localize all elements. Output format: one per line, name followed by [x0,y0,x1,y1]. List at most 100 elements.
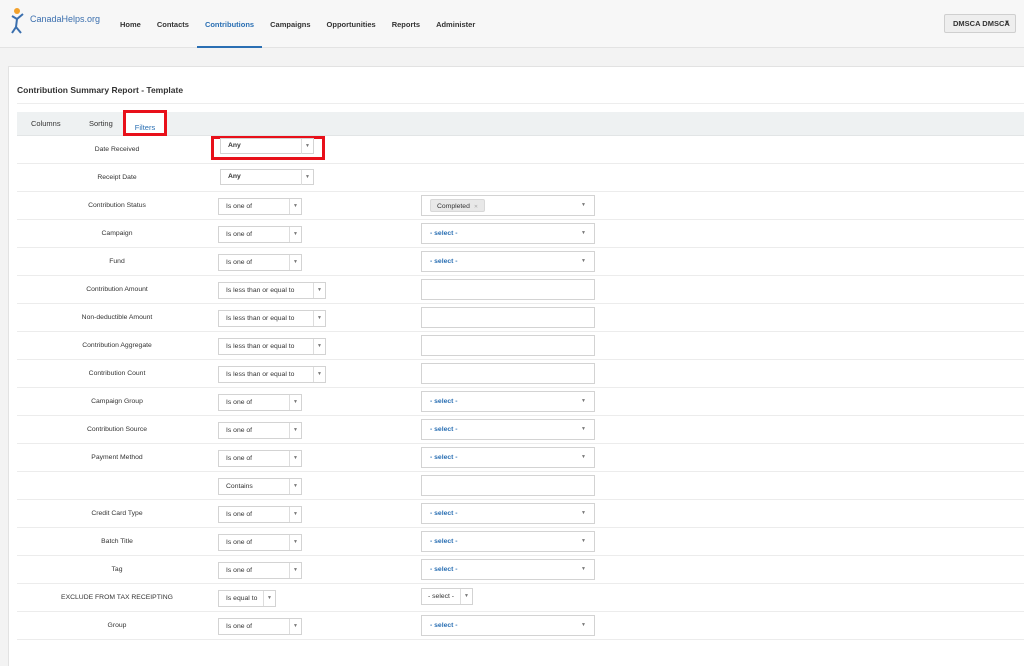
select-value: Contains [226,483,253,490]
operator-select[interactable]: Is one of ▼ [218,198,302,215]
filter-label: Contribution Amount [86,286,148,293]
value-input[interactable] [421,475,595,496]
chevron-down-icon: ▼ [289,395,301,410]
close-icon[interactable]: ✕ [474,204,478,210]
chevron-down-icon: ▼ [289,255,301,270]
chevron-down-icon: ▼ [581,398,586,404]
chevron-down-icon: ▼ [313,339,325,354]
select-value: Is one of [226,623,253,630]
select-value: Is one of [226,259,253,266]
select-value: - select - [430,258,458,265]
chevron-down-icon: ▼ [581,230,586,236]
select-value: Is one of [226,539,253,546]
operator-select[interactable]: Is one of ▼ [218,254,302,271]
value-input[interactable] [421,335,595,356]
operator-select[interactable]: Is one of ▼ [218,394,302,411]
operator-select[interactable]: Is less than or equal to ▼ [218,282,326,299]
filter-row-exclude-from-tax-receipting: EXCLUDE FROM TAX RECEIPTING Is equal to … [17,584,1024,612]
filter-label: Batch Title [101,538,133,545]
select-value: Is less than or equal to [226,343,295,350]
filter-label: Tag [111,566,123,573]
value-select[interactable]: - select - ▼ [421,503,595,524]
canadahelps-logo[interactable]: CanadaHelps.org [10,6,100,36]
filter-row-unlabeled: Contains ▼ [17,472,1024,500]
value-chip[interactable]: Completed ✕ [430,199,486,212]
chevron-down-icon: ▼ [581,258,586,264]
value-select[interactable]: - select - ▼ [421,419,595,440]
chevron-down-icon: ▼ [313,283,325,298]
filter-row-tag: Tag Is one of ▼ - select - ▼ [17,556,1024,584]
nav-campaigns[interactable]: Campaigns [262,0,318,48]
chevron-down-icon: ▼ [313,367,325,382]
value-select[interactable]: - select - ▼ [421,559,595,580]
nav-contacts[interactable]: Contacts [149,0,197,48]
operator-select[interactable]: Is one of ▼ [218,562,302,579]
chevron-down-icon: ▼ [289,479,301,494]
tab-columns[interactable]: Columns [31,112,61,136]
value-select[interactable]: - select - ▼ [421,447,595,468]
filter-label: Receipt Date [97,174,137,181]
filter-row-credit-card-type: Credit Card Type Is one of ▼ - select - … [17,500,1024,528]
operator-select[interactable]: Is less than or equal to ▼ [218,310,326,327]
select-value: Is one of [226,511,253,518]
value-multiselect[interactable]: Completed ✕ ▼ [421,195,595,216]
chevron-down-icon: ▼ [289,619,301,634]
value-select[interactable]: - select - ▼ [421,588,473,605]
filter-row-date-received: Date Received Any ▼ [17,136,1024,164]
chevron-down-icon: ▼ [289,199,301,214]
chevron-down-icon: ▼ [301,139,313,154]
user-menu-button[interactable]: DMSCA DMSCA ▼ [944,14,1016,33]
select-value: - select - [428,593,455,600]
filter-row-fund: Fund Is one of ▼ - select - ▼ [17,248,1024,276]
operator-select[interactable]: Is one of ▼ [218,506,302,523]
filter-row-batch-title: Batch Title Is one of ▼ - select - ▼ [17,528,1024,556]
nav-opportunities[interactable]: Opportunities [319,0,384,48]
value-select[interactable]: - select - ▼ [421,251,595,272]
chevron-down-icon: ▼ [289,535,301,550]
filter-row-payment-method: Payment Method Is one of ▼ - select - ▼ [17,444,1024,472]
chevron-down-icon: ▼ [289,507,301,522]
filter-label: Date Received [94,146,140,153]
operator-select[interactable]: Is one of ▼ [218,534,302,551]
person-logo-icon [11,8,24,34]
select-value: Is equal to [226,595,258,602]
operator-select[interactable]: Is one of ▼ [218,450,302,467]
select-value: Is one of [226,455,253,462]
value-input[interactable] [421,363,595,384]
filter-row-non-deductible-amount: Non-deductible Amount Is less than or eq… [17,304,1024,332]
tab-filters[interactable]: Filters [123,110,167,136]
select-value: - select - [430,538,458,545]
logo-text: CanadaHelps.org [30,14,101,24]
value-select[interactable]: - select - ▼ [421,223,595,244]
receipt-date-select[interactable]: Any ▼ [220,169,314,185]
filter-label: Credit Card Type [91,510,143,517]
operator-select[interactable]: Contains ▼ [218,478,302,495]
nav-home[interactable]: Home [112,0,149,48]
nav-reports[interactable]: Reports [384,0,428,48]
value-input[interactable] [421,279,595,300]
operator-select[interactable]: Is one of ▼ [218,618,302,635]
operator-select[interactable]: Is less than or equal to ▼ [218,366,326,383]
select-value: Is one of [226,399,253,406]
select-value: Is less than or equal to [226,315,295,322]
value-input[interactable] [421,307,595,328]
date-received-select[interactable]: Any ▼ [220,138,314,154]
nav-contributions[interactable]: Contributions [196,0,263,48]
value-select[interactable]: - select - ▼ [421,531,595,552]
filter-row-contribution-source: Contribution Source Is one of ▼ - select… [17,416,1024,444]
value-select[interactable]: - select - ▼ [421,391,595,412]
nav-administer[interactable]: Administer [428,0,483,48]
divider [17,103,1024,104]
top-navigation-bar: CanadaHelps.org Home Contacts Contributi… [0,0,1024,48]
chevron-down-icon: ▼ [460,589,472,604]
value-select[interactable]: - select - ▼ [421,615,595,636]
operator-select[interactable]: Is equal to ▼ [218,590,276,607]
tab-sorting[interactable]: Sorting [89,112,113,136]
operator-select[interactable]: Is one of ▼ [218,226,302,243]
report-tabs: Columns Sorting Filters [17,110,1024,136]
filter-label: Payment Method [91,454,143,461]
operator-select[interactable]: Is one of ▼ [218,422,302,439]
select-value: - select - [430,510,458,517]
select-value: Is less than or equal to [226,371,295,378]
operator-select[interactable]: Is less than or equal to ▼ [218,338,326,355]
